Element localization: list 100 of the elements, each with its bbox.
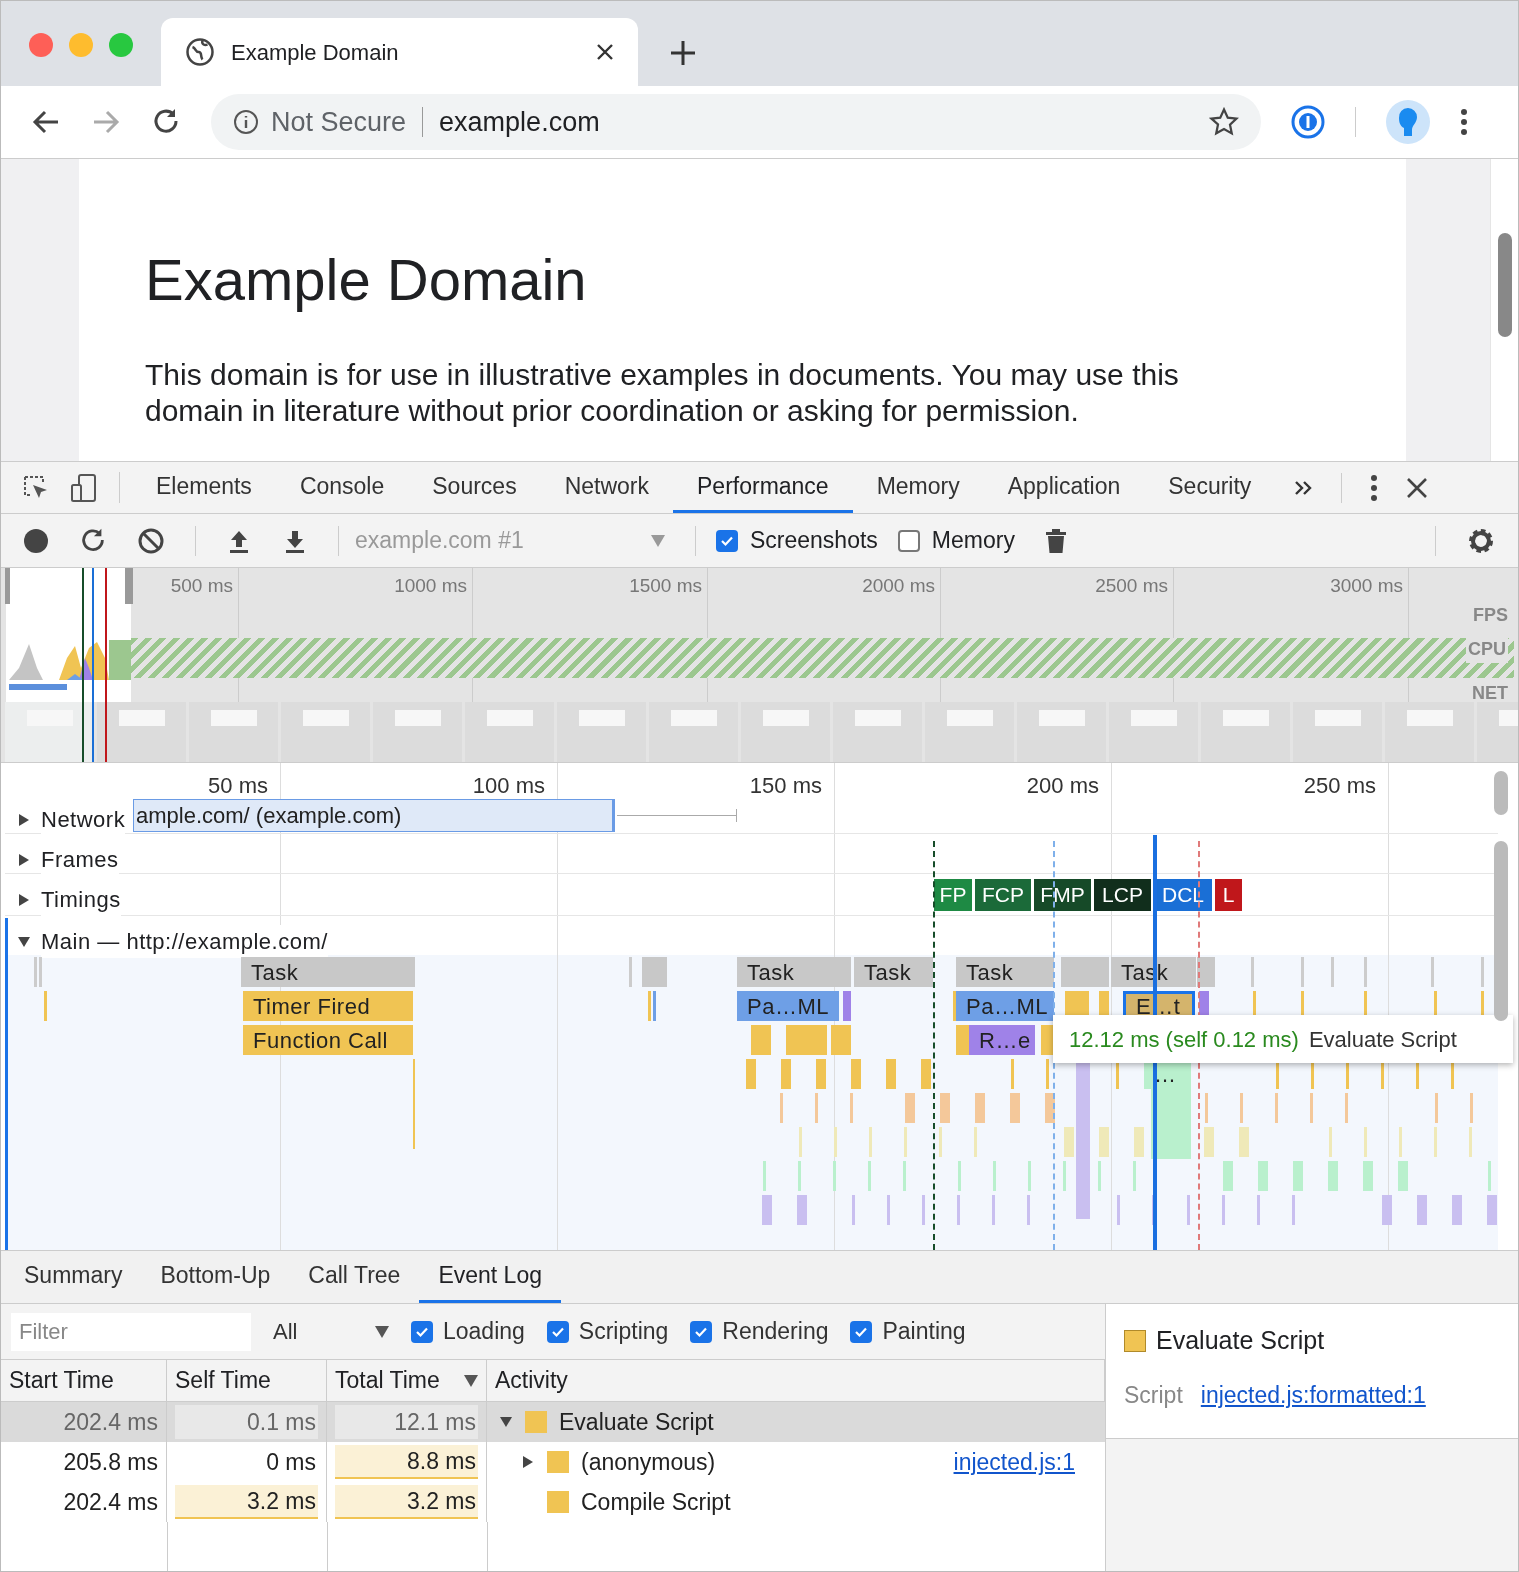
- checkbox[interactable]: [411, 1320, 433, 1343]
- star-icon[interactable]: [1209, 107, 1239, 137]
- table-row[interactable]: 205.8 ms 0 ms 8.8 ms (anonymous) injected.js:1: [1, 1442, 1105, 1482]
- checkbox-label: Rendering: [722, 1317, 829, 1347]
- track-label[interactable]: Main — http://example.com/: [41, 925, 328, 958]
- table-row[interactable]: 202.4 ms 0.1 ms 12.1 ms Evaluate Script: [1, 1402, 1105, 1442]
- checkbox-label: Memory: [931, 526, 1015, 556]
- checkbox[interactable]: [850, 1320, 873, 1343]
- track-label: CPU: [1466, 636, 1508, 663]
- devtools-tab[interactable]: Network: [540, 462, 673, 513]
- table-row[interactable]: 202.4 ms 3.2 ms 3.2 ms Compile Script: [1, 1482, 1105, 1522]
- column-header[interactable]: Start Time: [1, 1360, 167, 1401]
- flame-event[interactable]: Task: [241, 957, 415, 987]
- table-cell: 3.2 ms: [335, 1485, 478, 1519]
- record-icon[interactable]: [23, 527, 49, 554]
- flame-event[interactable]: Task: [956, 957, 1054, 987]
- devtools-tab[interactable]: Application: [983, 462, 1145, 513]
- menu-icon[interactable]: [1460, 108, 1468, 136]
- source-link[interactable]: injected.js:1: [953, 1444, 1075, 1480]
- expand-icon[interactable]: [521, 1455, 535, 1469]
- tooltip-event-name: Evaluate Script: [1308, 1025, 1457, 1054]
- info-icon[interactable]: [233, 109, 259, 135]
- collapse-icon[interactable]: [499, 1415, 513, 1429]
- expand-icon[interactable]: [17, 812, 31, 827]
- time-label: 50 ms: [207, 772, 268, 800]
- column-header[interactable]: Activity: [487, 1360, 1105, 1401]
- clear-icon[interactable]: [137, 526, 165, 555]
- flame-event[interactable]: R…e: [969, 1025, 1035, 1055]
- column-header[interactable]: Total Time: [327, 1360, 487, 1401]
- details-title: Evaluate Script: [1156, 1325, 1325, 1356]
- devtools-tab[interactable]: Console: [275, 462, 409, 513]
- checkbox[interactable]: [546, 1320, 569, 1343]
- globe-icon: [185, 37, 215, 67]
- profile-avatar-icon[interactable]: [1386, 100, 1430, 144]
- checkbox-label: Scripting: [578, 1317, 669, 1347]
- tooltip-duration: 12.12 ms (self 0.12 ms): [1069, 1025, 1299, 1054]
- collapse-icon[interactable]: [17, 934, 31, 949]
- panel-tab[interactable]: Summary: [5, 1251, 142, 1303]
- table-cell: 12.1 ms: [335, 1405, 478, 1439]
- scrollbar-thumb[interactable]: [1494, 841, 1508, 1021]
- expand-icon[interactable]: [17, 892, 31, 907]
- table-cell: 8.8 ms: [335, 1445, 478, 1479]
- devtools-tab[interactable]: Sources: [408, 462, 541, 513]
- devtools-tab[interactable]: Security: [1144, 462, 1276, 513]
- checkbox[interactable]: [690, 1320, 713, 1343]
- selection-handle[interactable]: [125, 568, 133, 604]
- time-label: 150 ms: [748, 772, 822, 800]
- trash-icon[interactable]: [1044, 527, 1067, 554]
- field-label: Script: [1124, 1380, 1183, 1410]
- timing-marker[interactable]: DCL: [1154, 879, 1212, 911]
- checkbox-label: Painting: [882, 1317, 966, 1347]
- device-toolbar-icon[interactable]: [69, 472, 99, 503]
- script-link[interactable]: injected.js:formatted:1: [1200, 1377, 1426, 1412]
- expand-icon[interactable]: [17, 852, 31, 867]
- column-header[interactable]: Self Time: [167, 1360, 327, 1401]
- activity-name: Evaluate Script: [559, 1407, 715, 1437]
- scrollbar-thumb[interactable]: [1497, 233, 1512, 337]
- address-bar[interactable]: Not Secure example.com: [211, 94, 1261, 150]
- flame-event[interactable]: Task: [854, 957, 933, 987]
- flame-event[interactable]: Function Call: [243, 1025, 413, 1055]
- network-request-bar[interactable]: ample.com/ (example.com): [133, 799, 615, 832]
- close-icon[interactable]: [1406, 476, 1429, 499]
- flame-event[interactable]: Timer Fired: [243, 991, 413, 1021]
- sort-icon: [464, 1374, 478, 1387]
- caret-icon: [651, 534, 665, 547]
- flame-event[interactable]: Pa…ML: [737, 991, 839, 1021]
- scrollbar[interactable]: [1490, 159, 1518, 461]
- scrollbar-thumb[interactable]: [1494, 771, 1508, 815]
- flame-chart[interactable]: [1, 762, 1518, 1250]
- timing-marker[interactable]: FCP: [975, 879, 1031, 911]
- time-label: 3000 ms: [1329, 574, 1403, 598]
- activity-name: Compile Script: [581, 1487, 732, 1517]
- checkbox[interactable]: [716, 529, 738, 552]
- page-paragraph: This domain is for use in illustrative examples in documents. You may use this domain in literature without prior coordination or asking for permission.: [145, 357, 1180, 429]
- panel-tab[interactable]: Call Tree: [289, 1251, 420, 1303]
- tab-title: Example Domain: [231, 38, 400, 67]
- timing-marker[interactable]: FMP: [1034, 879, 1091, 911]
- flame-event[interactable]: Task: [737, 957, 851, 987]
- timing-marker[interactable]: L: [1215, 879, 1242, 911]
- category-select[interactable]: All: [273, 1315, 389, 1348]
- caret-icon: [375, 1325, 389, 1338]
- table-cell-text: 0 ms: [265, 1447, 317, 1477]
- panel-tab[interactable]: Bottom-Up: [141, 1251, 290, 1303]
- checkbox-label: Screenshots: [750, 526, 878, 556]
- new-tab-icon[interactable]: [670, 40, 696, 66]
- checkbox[interactable]: [897, 529, 920, 552]
- checkbox-label: Loading: [443, 1317, 525, 1347]
- flame-event[interactable]: Pa…ML: [956, 991, 1054, 1021]
- devtools-tab[interactable]: Elements: [132, 462, 276, 513]
- timeline-overview[interactable]: 500 ms 1000 ms 1500 ms 2000 ms 2500 ms 3000 ms FPS CPU NET: [1, 568, 1518, 762]
- table-cell: 0.1 ms: [175, 1405, 318, 1439]
- timing-marker[interactable]: LCP: [1094, 879, 1151, 911]
- close-icon[interactable]: [596, 43, 614, 61]
- filter-field[interactable]: Filter: [11, 1312, 251, 1351]
- devtools-tab[interactable]: Memory: [852, 462, 984, 513]
- menu-icon[interactable]: [1370, 473, 1379, 502]
- security-label: Not Secure: [271, 105, 407, 139]
- browser-tab[interactable]: Example Domain: [161, 18, 638, 86]
- timing-marker[interactable]: FP: [934, 879, 972, 911]
- password-manager-icon[interactable]: [1291, 105, 1325, 139]
